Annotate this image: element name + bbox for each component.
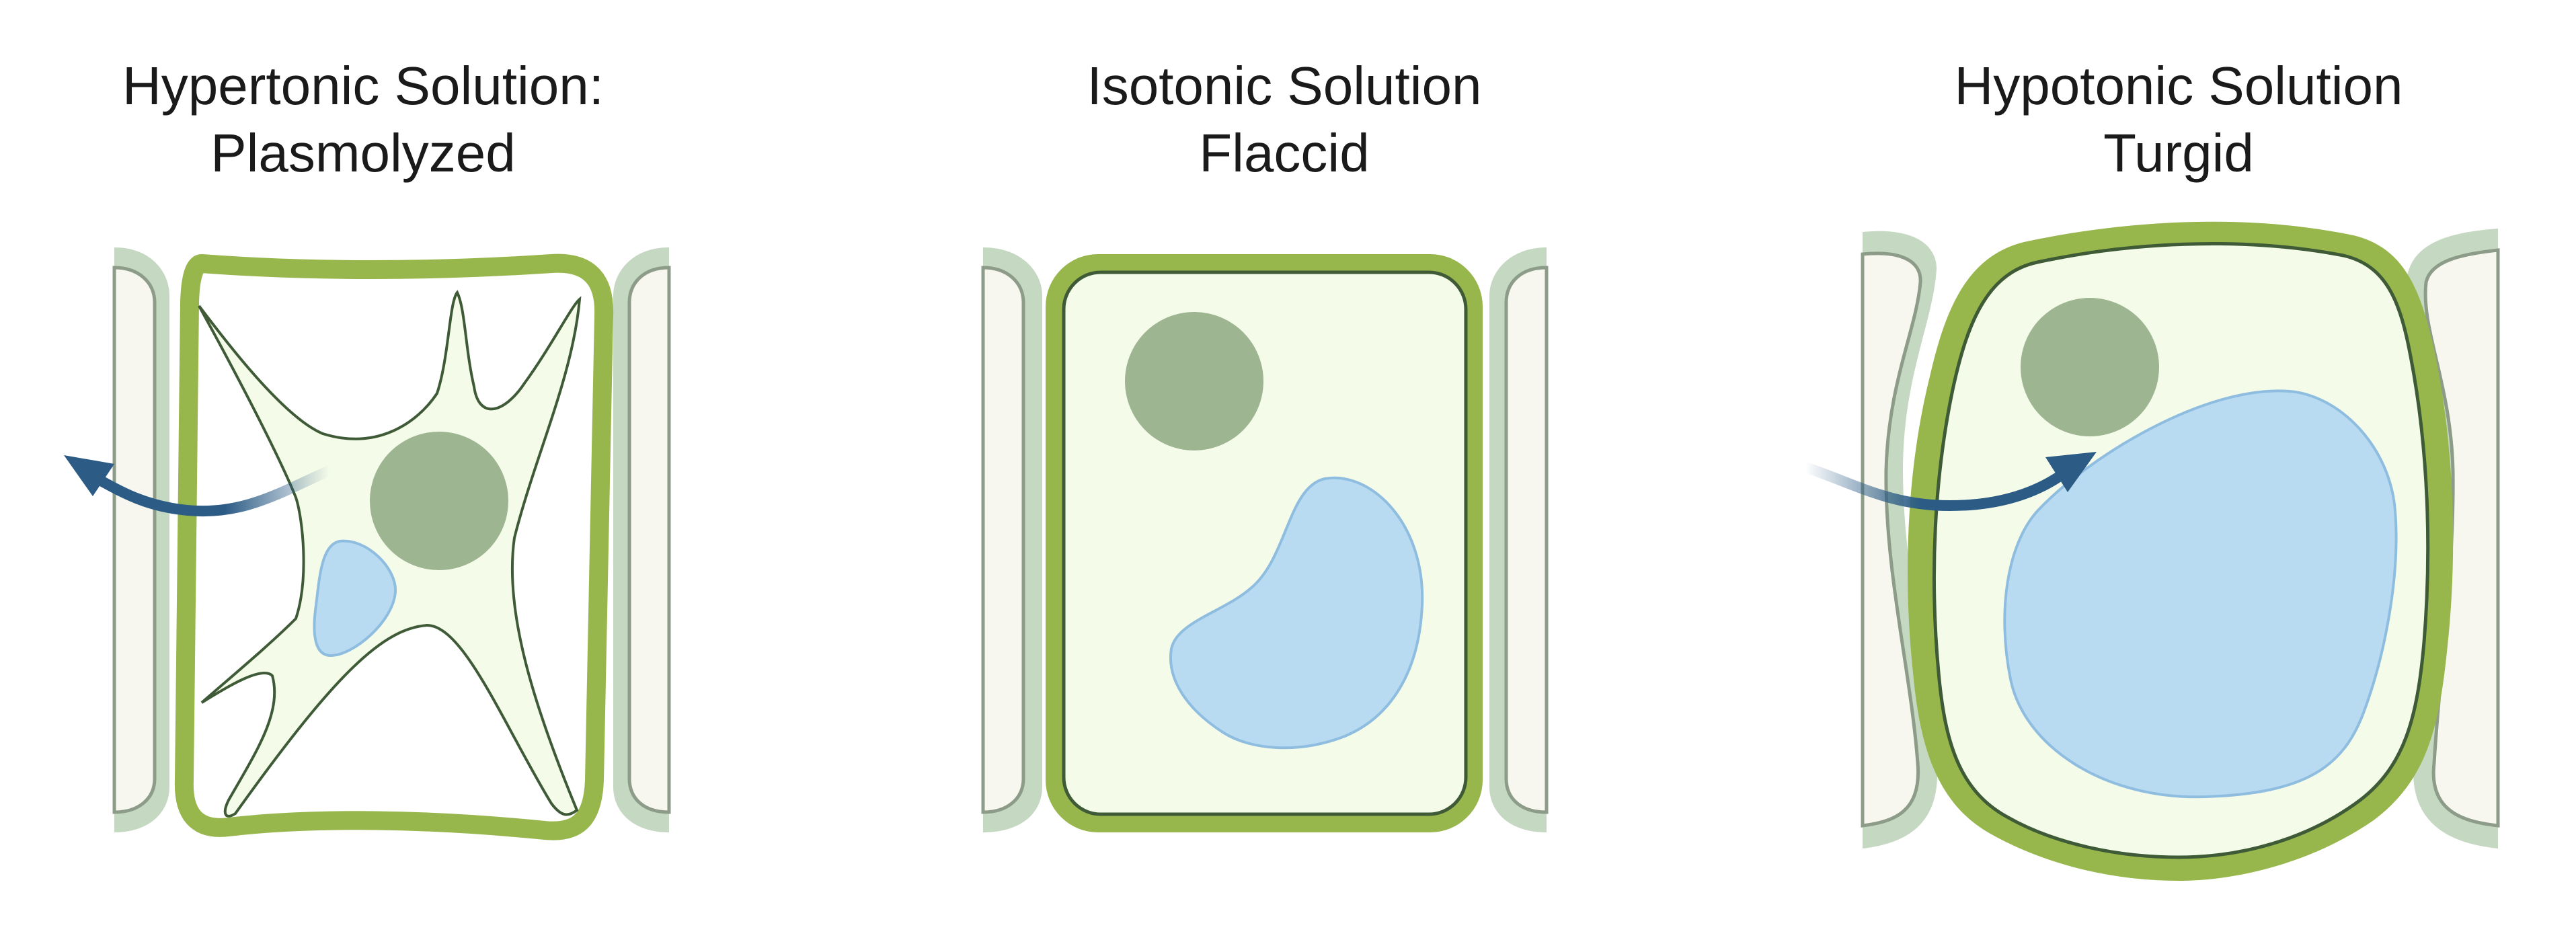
- left-neighbor-cell-2: [981, 247, 1042, 832]
- flaccid-cell-panel: [981, 247, 1549, 832]
- plasmolyzed-nucleus: [370, 432, 508, 570]
- right-neighbor-cell-2: [1489, 247, 1549, 832]
- flaccid-nucleus: [1125, 312, 1263, 450]
- right-neighbor-cell: [613, 247, 671, 832]
- turgid-cell-panel: [1800, 221, 2500, 881]
- plasmolyzed-cell-panel: [64, 247, 671, 840]
- osmosis-diagram: [64, 221, 2500, 881]
- turgid-nucleus: [2021, 298, 2159, 436]
- water-out-arrowhead: [64, 455, 114, 496]
- left-neighbor-cell: [112, 247, 169, 832]
